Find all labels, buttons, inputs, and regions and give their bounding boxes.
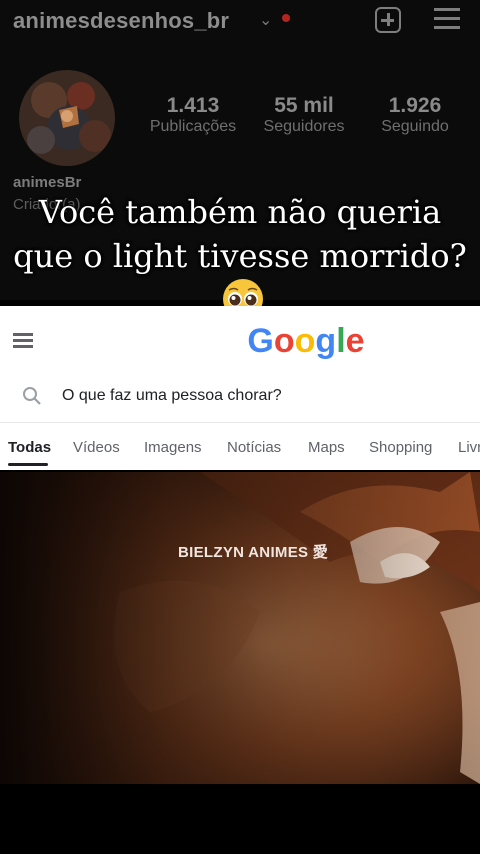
- posts-count: 1.413: [166, 94, 220, 117]
- video-watermark: BIELZYN ANIMES 愛: [178, 544, 329, 561]
- tab-shopping[interactable]: Shopping: [369, 439, 432, 456]
- search-divider: [0, 422, 480, 423]
- tab-livros[interactable]: Livros: [458, 439, 480, 456]
- followers-label: Seguidores: [263, 118, 345, 135]
- stat-following[interactable]: 1.926 Seguindo: [372, 94, 458, 136]
- profile-username[interactable]: animesdesenhos_br: [13, 8, 229, 34]
- google-logo-graphic: Google: [247, 322, 364, 360]
- stat-followers[interactable]: 55 mil Seguidores: [258, 94, 350, 136]
- tab-todas[interactable]: Todas: [8, 439, 51, 456]
- following-label: Seguindo: [381, 118, 449, 135]
- tab-noticias[interactable]: Notícias: [227, 439, 281, 456]
- search-query[interactable]: O que faz uma pessoa chorar?: [62, 387, 282, 405]
- posts-label: Publicações: [149, 118, 237, 135]
- google-logo[interactable]: Google: [0, 316, 480, 368]
- tab-imagens[interactable]: Imagens: [144, 439, 202, 456]
- anime-video[interactable]: [0, 472, 480, 784]
- new-post-icon[interactable]: [375, 7, 401, 33]
- anime-frame-graphic: [0, 472, 480, 784]
- chevron-down-icon[interactable]: ⌄: [259, 10, 272, 30]
- bio-name: animesBr: [13, 174, 82, 191]
- search-icon[interactable]: [22, 386, 42, 406]
- tab-videos[interactable]: Vídeos: [73, 439, 120, 456]
- following-count: 1.926: [388, 94, 442, 117]
- menu-icon[interactable]: [434, 8, 460, 30]
- followers-count: 55 mil: [274, 94, 334, 117]
- avatar[interactable]: [19, 70, 115, 166]
- caption-line-1: Você também não queria: [38, 193, 442, 231]
- caption-line-2-text: que o light tivesse morrido?: [13, 237, 467, 275]
- video-caption: Você também não queria que o light tives…: [0, 190, 480, 323]
- notification-dot: [282, 14, 290, 22]
- stat-posts[interactable]: 1.413 Publicações: [148, 94, 238, 136]
- svg-text:Google: Google: [247, 322, 364, 360]
- active-tab-indicator: [8, 463, 48, 466]
- tab-maps[interactable]: Maps: [308, 439, 345, 456]
